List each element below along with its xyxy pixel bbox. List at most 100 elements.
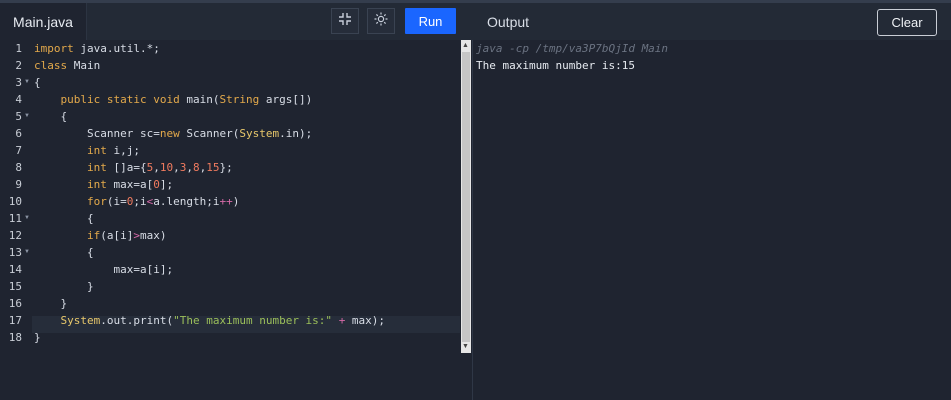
clear-button[interactable]: Clear [877, 9, 937, 36]
code-token: } [34, 280, 94, 293]
output-command: java -cp /tmp/va3P7bQjId Main [476, 42, 669, 55]
line-number: 12 [8, 229, 22, 242]
code-line: public static void main(String args[]) [34, 91, 313, 108]
code-line: { [34, 244, 94, 261]
editor-scrollbar[interactable]: ▲ ▼ [461, 40, 471, 353]
fold-arrow-icon[interactable]: ▼ [24, 244, 30, 261]
code-token: Scanner( [186, 127, 240, 140]
line-number: 17 [8, 314, 22, 327]
code-token: 8 [192, 161, 200, 174]
code-token: String [219, 93, 260, 106]
code-token: , [186, 161, 193, 174]
run-button[interactable]: Run [405, 8, 456, 34]
line-number: 5 [15, 110, 22, 123]
code-line: { [34, 74, 41, 91]
code-line: { [34, 108, 67, 125]
code-line: if(a[i]>max) [34, 227, 167, 244]
code-token: { [34, 76, 41, 89]
code-line: int max=a[0]; [34, 176, 173, 193]
fold-arrow-icon[interactable]: ▼ [24, 108, 30, 125]
code-token: java.util.*; [80, 42, 160, 55]
code-line: System.out.print("The maximum number is:… [34, 312, 386, 329]
code-token: ;i [133, 195, 147, 208]
fold-arrow-icon[interactable]: ▼ [24, 210, 30, 227]
code-line: } [34, 295, 67, 312]
code-line: { [34, 210, 94, 227]
line-number-gutter: 1 2 3 ▼ 4 5 ▼ 6 7 8 9 10 11 ▼ 12 13 ▼ 14 15 16 17 18 [0, 40, 30, 400]
code-token: }; [219, 161, 233, 174]
code-line: Scanner sc=new Scanner(System.in); [34, 125, 312, 142]
code-token: args[]) [259, 93, 313, 106]
collapse-icon [338, 12, 352, 31]
line-number: 1 [15, 42, 22, 55]
code-token: int [86, 144, 114, 157]
code-line: class Main [34, 57, 100, 74]
line-number: 2 [15, 59, 22, 72]
code-token: (i= [106, 195, 127, 208]
line-number: 3 [15, 76, 22, 89]
line-number: 11 [8, 212, 22, 225]
code-token: import [34, 42, 81, 55]
theme-toggle-button[interactable] [367, 8, 395, 34]
line-number: 8 [15, 161, 22, 174]
line-number: 4 [15, 93, 22, 106]
code-token: main( [186, 93, 220, 106]
line-number: 15 [8, 280, 22, 293]
code-token: ]; [159, 178, 174, 191]
code-token: Main [73, 59, 101, 72]
code-line: max=a[i]; [34, 261, 173, 278]
code-token: } [34, 331, 41, 344]
code-token: 10 [159, 161, 174, 174]
code-token: } [34, 297, 68, 310]
output-panel: java -cp /tmp/va3P7bQjId Main The maximu… [473, 40, 951, 400]
tab-main-java[interactable]: Main.java [0, 3, 87, 40]
line-number: 9 [15, 178, 22, 191]
collapse-button[interactable] [331, 8, 359, 34]
scroll-up-icon[interactable]: ▲ [462, 42, 469, 50]
clear-label: Clear [891, 15, 923, 30]
code-token: { [34, 110, 68, 123]
tab-label: Main.java [13, 13, 73, 30]
code-line: int []a={5,10,3,8,15}; [34, 159, 233, 176]
line-number: 10 [8, 195, 22, 208]
code-token: int [86, 178, 114, 191]
code-token: (a[i] [100, 229, 134, 242]
fold-arrow-icon[interactable]: ▼ [24, 74, 30, 91]
code-token: { [34, 212, 94, 225]
code-token: a.length;i [153, 195, 220, 208]
code-token: { [34, 246, 94, 259]
code-line: import java.util.*; [34, 40, 160, 57]
line-number: 14 [8, 263, 22, 276]
code-token: max); [345, 314, 386, 327]
code-token: new [159, 127, 187, 140]
line-number: 13 [8, 246, 22, 259]
code-token: Scanner sc= [34, 127, 160, 140]
code-token: , [153, 161, 160, 174]
code-token: max=a[ [113, 178, 154, 191]
output-result: The maximum number is:15 [476, 59, 635, 72]
code-token: if [86, 229, 101, 242]
scroll-down-icon[interactable]: ▼ [462, 343, 469, 351]
code-token: 15 [206, 161, 220, 174]
code-token: .in); [279, 127, 313, 140]
code-token: i,j; [113, 144, 140, 157]
code-area[interactable]: import java.util.*; class Main{ public st… [34, 40, 458, 400]
code-token: , [173, 161, 180, 174]
code-token: int [86, 161, 114, 174]
code-token: public static void [60, 93, 187, 106]
code-line: } [34, 329, 41, 346]
code-token: []a={ [113, 161, 147, 174]
run-label: Run [418, 13, 443, 29]
code-token: System [60, 314, 101, 327]
sun-icon [374, 12, 388, 31]
code-token: for [86, 195, 107, 208]
scrollbar-thumb[interactable] [462, 52, 470, 342]
code-token: > [133, 229, 140, 242]
code-editor[interactable]: 1 2 3 ▼ 4 5 ▼ 6 7 8 9 10 11 ▼ 12 13 ▼ 14 15 16 17 18 import j… [0, 40, 472, 400]
